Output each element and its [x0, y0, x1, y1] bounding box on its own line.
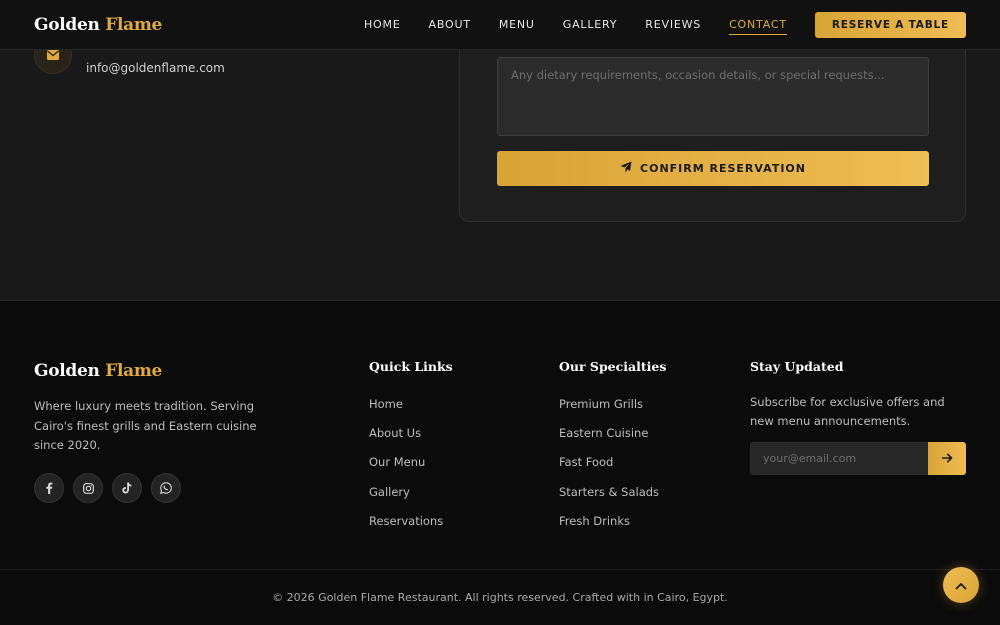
arrow-right-icon — [941, 451, 953, 466]
quick-link-home[interactable]: Home — [369, 397, 443, 426]
contact-email: info@goldenflame.com — [86, 61, 225, 75]
chevron-up-icon — [955, 578, 967, 593]
footer-brand[interactable]: Golden Flame — [34, 361, 162, 381]
nav-contact[interactable]: CONTACT — [729, 15, 787, 35]
special-requests-input[interactable] — [497, 57, 929, 136]
specialty-fresh-drinks[interactable]: Fresh Drinks — [559, 514, 659, 543]
newsletter-title: Stay Updated — [750, 359, 844, 374]
paper-plane-icon — [620, 161, 640, 176]
confirm-reservation-label: CONFIRM RESERVATION — [640, 162, 806, 175]
newsletter-email-input[interactable] — [750, 442, 928, 475]
brand-logo[interactable]: Golden Flame — [34, 15, 162, 35]
quick-link-menu[interactable]: Our Menu — [369, 455, 443, 484]
whatsapp-icon[interactable] — [151, 473, 181, 503]
brand-main: Golden — [34, 14, 100, 35]
quick-link-gallery[interactable]: Gallery — [369, 485, 443, 514]
confirm-reservation-button[interactable]: CONFIRM RESERVATION — [497, 151, 929, 186]
specialties-list: Premium Grills Eastern Cuisine Fast Food… — [559, 397, 659, 543]
back-to-top-button[interactable] — [943, 567, 979, 603]
footer: Golden Flame Where luxury meets traditio… — [0, 301, 1000, 625]
specialty-starters-salads[interactable]: Starters & Salads — [559, 485, 659, 514]
footer-about-text: Where luxury meets tradition. Serving Ca… — [34, 399, 257, 452]
nav-gallery[interactable]: GALLERY — [563, 15, 618, 34]
reserve-table-button[interactable]: RESERVE A TABLE — [814, 11, 966, 38]
footer-brand-accent: Flame — [105, 361, 163, 381]
navbar: Golden Flame HOME ABOUT MENU GALLERY REV… — [0, 0, 1000, 50]
nav-reviews[interactable]: REVIEWS — [645, 15, 701, 34]
specialty-premium-grills[interactable]: Premium Grills — [559, 397, 659, 426]
quick-link-reservations[interactable]: Reservations — [369, 514, 443, 543]
nav-links: HOME ABOUT MENU GALLERY REVIEWS CONTACT … — [336, 11, 966, 38]
quick-links-title: Quick Links — [369, 359, 453, 374]
footer-divider — [0, 569, 1000, 570]
instagram-icon[interactable] — [73, 473, 103, 503]
tiktok-icon[interactable] — [112, 473, 142, 503]
social-links — [34, 473, 190, 503]
nav-menu[interactable]: MENU — [499, 15, 535, 34]
newsletter-form — [750, 442, 966, 475]
specialties-title: Our Specialties — [559, 359, 667, 374]
footer-brand-main: Golden — [34, 361, 100, 381]
copyright-text: © 2026 Golden Flame Restaurant. All righ… — [272, 591, 728, 604]
nav-about[interactable]: ABOUT — [429, 15, 471, 34]
reservation-form: CONFIRM RESERVATION — [459, 20, 966, 222]
newsletter-submit-button[interactable] — [928, 442, 966, 475]
facebook-icon[interactable] — [34, 473, 64, 503]
specialty-fast-food[interactable]: Fast Food — [559, 455, 659, 484]
specialty-eastern-cuisine[interactable]: Eastern Cuisine — [559, 426, 659, 455]
quick-link-about[interactable]: About Us — [369, 426, 443, 455]
newsletter-text: Subscribe for exclusive offers and new m… — [750, 395, 945, 428]
brand-accent: Flame — [105, 14, 163, 35]
quick-links-list: Home About Us Our Menu Gallery Reservati… — [369, 397, 443, 543]
nav-home[interactable]: HOME — [364, 15, 401, 34]
